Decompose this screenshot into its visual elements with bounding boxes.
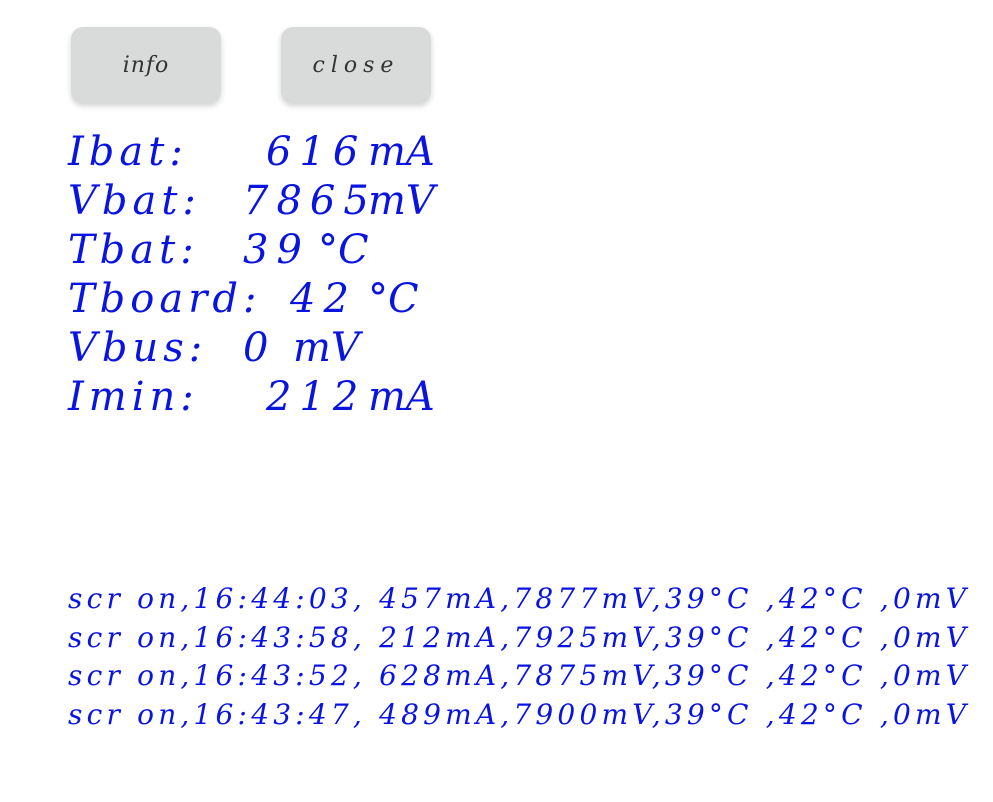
stat-unit: mV <box>368 178 435 224</box>
stat-label: Tboard: <box>68 276 262 322</box>
stat-value: 212 <box>266 374 367 420</box>
stat-unit: mA <box>368 129 435 175</box>
stat-unit: mA <box>368 374 435 420</box>
stat-label: Vbus: <box>68 325 208 371</box>
stat-value: 0 <box>243 325 277 371</box>
stat-value: 7865 <box>243 178 377 224</box>
stat-unit: °C <box>368 276 419 322</box>
stat-label: Imin: <box>68 374 199 420</box>
log-entry: scr on,16:43:58, 212mA,7925mV,39°C ,42°C… <box>68 620 971 654</box>
log-entry: scr on,16:44:03, 457mA,7877mV,39°C ,42°C… <box>68 582 971 615</box>
stat-value: 42 <box>290 276 357 322</box>
close-button[interactable]: close <box>281 27 431 103</box>
stat-label: Ibat: <box>68 129 188 175</box>
log-entry: scr on,16:43:52, 628mA,7875mV,39°C ,42°C… <box>68 659 971 692</box>
log-entry: scr on,16:43:47, 489mA,7900mV,39°C ,42°C… <box>68 697 971 731</box>
stat-label: Tbat: <box>68 227 199 273</box>
stat-value: 39 <box>243 227 310 273</box>
event-log: scr on,16:44:03, 457mA,7877mV,39°C ,42°C… <box>68 580 970 734</box>
info-button[interactable]: info <box>71 27 221 103</box>
stat-unit: mV <box>293 325 360 371</box>
stat-value: 616 <box>266 129 367 175</box>
stat-label: Vbat: <box>68 178 201 224</box>
stat-unit: °C <box>318 227 369 273</box>
